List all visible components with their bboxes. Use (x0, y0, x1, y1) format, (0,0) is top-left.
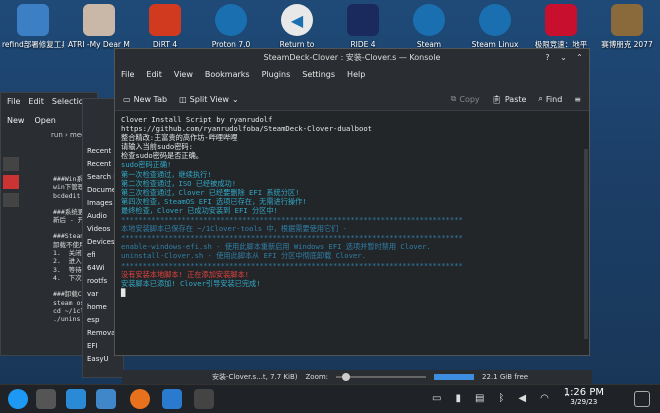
vscode-icon[interactable] (162, 389, 182, 409)
split-view-button[interactable]: ◫ Split View ⌄ (179, 95, 239, 104)
clock[interactable]: 1:26 PM 3/29/23 (564, 387, 604, 406)
braces-icon[interactable] (3, 193, 19, 207)
switcher-icon[interactable] (36, 389, 56, 409)
desktop-icon-dirt4[interactable]: DiRT 4 (134, 4, 196, 50)
paste-icon: 📋︎ (491, 94, 502, 104)
desktop-icon-cyberpunk[interactable]: 赛博朋克 2077 (596, 4, 658, 50)
system-tray: ▭ ▮ ▤ ᛒ ◀ ◠ ⌃ (432, 393, 571, 404)
terminal-output[interactable]: Clover Install Script by ryanrudolf https… (115, 111, 589, 301)
terminal-line: 没有安装本地脚本! 正在添加安装脚本! (121, 269, 249, 279)
terminal-line: 第三次检查通过，Clover 已经要删除 EFI 系统分区! (121, 187, 300, 197)
free-space-bar (434, 374, 475, 380)
menu-edit[interactable]: Edit (28, 97, 44, 106)
menu-edit[interactable]: Edit (146, 70, 162, 84)
game-icon (149, 4, 181, 36)
terminal-line: 请输入当前sudo密码: (121, 142, 193, 152)
display-icon[interactable]: ▭ (432, 393, 441, 404)
return-icon: ◀ (281, 4, 313, 36)
menu-file[interactable]: File (7, 97, 20, 106)
activity-bar (3, 153, 19, 211)
split-view-icon: ◫ (179, 94, 187, 104)
game-icon (347, 4, 379, 36)
steam-icon (215, 4, 247, 36)
menu-file[interactable]: File (121, 70, 134, 84)
desktop-icon-proton[interactable]: Proton 7.0 (200, 4, 262, 50)
new-tab-button[interactable]: ▭ New Tab (123, 95, 167, 104)
terminal-line: enable-windows-efi.sh - 使用此脚本重新启用 Window… (121, 242, 431, 252)
folder-icon (17, 4, 49, 36)
game-icon (83, 4, 115, 36)
terminal-line: ****************************************… (121, 233, 463, 243)
show-desktop-icon[interactable] (634, 391, 650, 407)
zoom-slider[interactable] (336, 373, 427, 381)
explorer-icon[interactable] (3, 157, 19, 171)
scrollbar[interactable] (584, 149, 588, 339)
steam-icon (413, 4, 445, 36)
desktop-icon-return[interactable]: ◀ Return to (266, 4, 328, 50)
menu-help[interactable]: Help (347, 70, 365, 84)
app-launcher-icon[interactable] (8, 389, 28, 409)
bluetooth-icon[interactable]: ᛒ (498, 393, 504, 404)
firefox-icon[interactable] (130, 389, 150, 409)
desktop-icon-steam-linux[interactable]: Steam Linux (464, 4, 526, 50)
terminal-line: ****************************************… (121, 215, 463, 225)
clipboard-icon[interactable]: ▤ (475, 393, 484, 404)
desktop-icon-ride4[interactable]: RIDE 4 (332, 4, 394, 50)
terminal-line: 第二次检查通过，ISO 已经被成功! (121, 178, 237, 188)
new-button[interactable]: New (7, 116, 24, 125)
new-tab-icon: ▭ (123, 94, 131, 104)
discover-icon[interactable] (66, 389, 86, 409)
git-icon[interactable] (3, 175, 19, 189)
desktop-icon-atri[interactable]: ATRI -My Dear Moments- (68, 4, 130, 50)
files-icon[interactable] (96, 389, 116, 409)
terminal-line: 最终检查，Clover 已成功安装到 EFI 分区中! (121, 205, 278, 215)
find-button[interactable]: ⌕ Find (538, 94, 562, 104)
open-button[interactable]: Open (34, 116, 55, 125)
konsole-menubar: File Edit View Bookmarks Plugins Settings Help (115, 66, 589, 88)
search-icon: ⌕ (538, 94, 543, 103)
terminal-line: 本地安装脚本已保存在 ~/1Clover-tools 中，根据需要使用它们 - (121, 224, 347, 234)
window-title: SteamDeck-Clover : 安装-Clover.s — Konsole… (115, 49, 589, 66)
chevron-down-icon: ⌄ (231, 94, 239, 104)
copy-icon: ⧉ (450, 94, 457, 103)
terminal-line: Clover Install Script by ryanrudolf (121, 115, 273, 124)
terminal-line: ****************************************… (121, 260, 463, 270)
menu-view[interactable]: View (174, 70, 193, 84)
terminal-line: █ (121, 287, 126, 297)
terminal-line: 第一次检查通过，继续执行! (121, 169, 212, 179)
steam-icon (479, 4, 511, 36)
terminal-line: 整合精改:王富贵的高作坊-哔哩哔哩 (121, 133, 238, 143)
desktop-icon-steam[interactable]: Steam (398, 4, 460, 50)
taskbar: ▭ ▮ ▤ ᛒ ◀ ◠ ⌃ 1:26 PM 3/29/23 (0, 384, 660, 413)
konsole-icon[interactable] (194, 389, 214, 409)
help-icon[interactable]: ? (542, 52, 553, 63)
terminal-line: 检查sudo密码是否正确。 (121, 151, 203, 161)
terminal-line: 第四次检查，SteamOS EFI 选项已存在，无需进行操作! (121, 196, 307, 206)
copy-button[interactable]: ⧉ Copy (451, 94, 480, 104)
desktop-icon-refind[interactable]: refind部署修复工具 (2, 4, 64, 50)
desktop-icon-forza[interactable]: 极限竞速：地平 (530, 4, 592, 50)
battery-icon[interactable]: ▮ (455, 393, 461, 404)
terminal-line: https://github.com/ryanrudolfoba/SteamDe… (121, 124, 372, 134)
terminal-line: uninstall-Clover.sh - 使用此脚本从 EFI 分区中彻底卸载… (121, 251, 366, 261)
terminal-line: 安装脚本已添加! Clover引导安装已完成! (121, 278, 261, 288)
minimize-icon[interactable]: ⌄ (558, 52, 569, 63)
hamburger-menu-icon[interactable]: ≡ (574, 95, 581, 104)
volume-icon[interactable]: ◀ (518, 393, 526, 404)
konsole-toolbar: ▭ New Tab ◫ Split View ⌄ ⧉ Copy 📋︎ Paste ⌕ Fin… (115, 88, 589, 111)
menu-bookmarks[interactable]: Bookmarks (205, 70, 250, 84)
file-status-bar: 安装-Clover.s...t, 7.7 KiB) Zoom: 22.1 GiB… (122, 370, 592, 384)
wifi-icon[interactable]: ◠ (540, 393, 549, 404)
menu-settings[interactable]: Settings (302, 70, 335, 84)
konsole-window[interactable]: SteamDeck-Clover : 安装-Clover.s — Konsole… (114, 48, 590, 356)
maximize-icon[interactable]: ⌃ (574, 52, 585, 63)
game-icon (545, 4, 577, 36)
menu-plugins[interactable]: Plugins (262, 70, 291, 84)
terminal-line: sudo密码正确! (121, 160, 172, 170)
game-icon (611, 4, 643, 36)
paste-button[interactable]: 📋︎ Paste (492, 95, 527, 104)
